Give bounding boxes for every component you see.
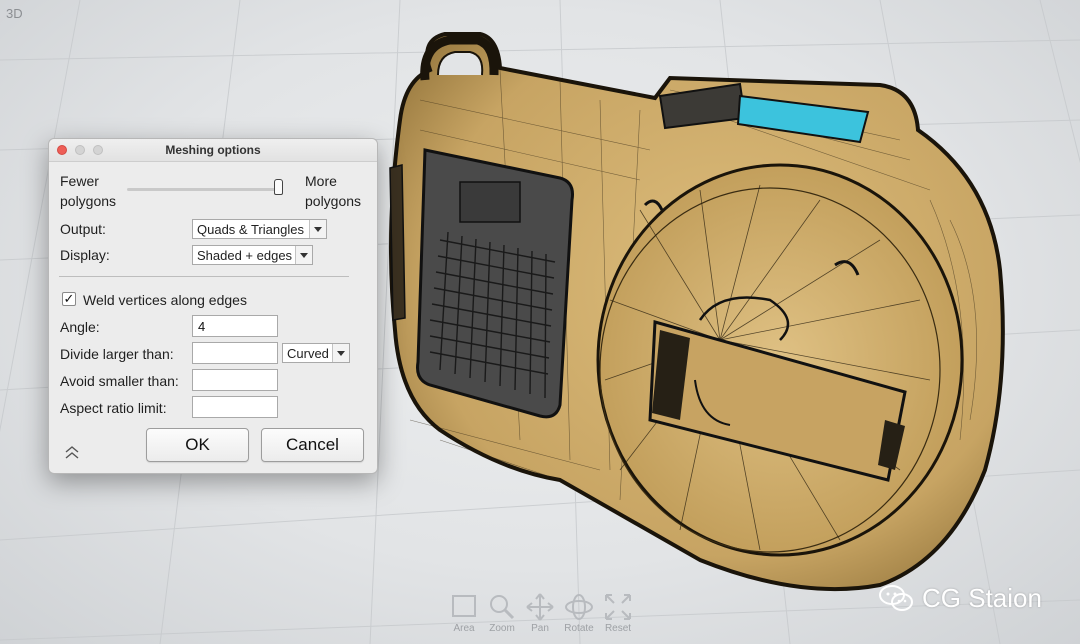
area-tool-label: Area	[453, 623, 475, 634]
display-value: Shaded + edges	[197, 248, 293, 263]
chevron-down-icon	[309, 220, 326, 238]
dialog-titlebar[interactable]: Meshing options	[49, 139, 377, 162]
area-select-icon	[452, 595, 476, 617]
zoom-tool[interactable]: Zoom	[482, 592, 522, 634]
meshing-options-dialog: Meshing options Fewer polygons More poly…	[48, 138, 378, 474]
divide-mode-value: Curved	[287, 346, 329, 361]
display-select[interactable]: Shaded + edges	[192, 245, 313, 265]
divide-larger-label: Divide larger than:	[60, 346, 174, 362]
density-slider-track[interactable]	[127, 188, 281, 191]
angle-input[interactable]: 4	[192, 315, 278, 337]
reset-icon	[605, 594, 631, 620]
chevron-down-icon	[295, 246, 312, 264]
rotate-icon	[565, 594, 593, 620]
divide-mode-select[interactable]: Curved	[282, 343, 350, 363]
output-select[interactable]: Quads & Triangles	[192, 219, 327, 239]
reset-tool-label: Reset	[604, 623, 632, 634]
aspect-ratio-input[interactable]	[192, 396, 278, 418]
zoom-icon	[490, 595, 515, 620]
weld-vertices-checkbox[interactable]: ✓	[62, 292, 76, 306]
pan-icon	[526, 593, 554, 621]
chevron-down-icon	[332, 344, 349, 362]
area-tool[interactable]: Area	[444, 592, 484, 634]
fewer-polygons-label: Fewer polygons	[60, 173, 117, 209]
output-value: Quads & Triangles	[197, 222, 304, 237]
3d-viewport[interactable]: 3D Meshing options Fewer polygons More p…	[0, 0, 1080, 644]
output-label: Output:	[60, 221, 106, 237]
avoid-smaller-input[interactable]	[192, 369, 278, 391]
display-label: Display:	[60, 247, 110, 263]
ok-button[interactable]: OK	[146, 428, 249, 462]
divide-larger-input[interactable]	[192, 342, 278, 364]
zoom-tool-label: Zoom	[489, 623, 515, 634]
cancel-button[interactable]: Cancel	[261, 428, 364, 462]
watermark: CG Staion	[878, 582, 1042, 614]
rotate-tool-label: Rotate	[564, 623, 594, 634]
weld-vertices-label[interactable]: Weld vertices along edges	[83, 292, 247, 308]
pan-tool-label: Pan	[531, 623, 549, 634]
wechat-logo-icon	[879, 585, 913, 611]
avoid-smaller-label: Avoid smaller than:	[60, 373, 179, 389]
reset-tool[interactable]: Reset	[598, 592, 638, 634]
dialog-title: Meshing options	[165, 143, 261, 157]
angle-label: Angle:	[60, 319, 100, 335]
pan-tool[interactable]: Pan	[520, 592, 560, 634]
collapse-chevron-icon[interactable]	[64, 444, 80, 460]
watermark-text: CG Staion	[922, 582, 1042, 613]
aspect-ratio-label: Aspect ratio limit:	[60, 400, 167, 416]
density-slider-thumb[interactable]	[274, 179, 283, 195]
more-polygons-label: More polygons	[305, 173, 362, 209]
divider	[59, 276, 349, 277]
rotate-tool[interactable]: Rotate	[559, 592, 599, 634]
